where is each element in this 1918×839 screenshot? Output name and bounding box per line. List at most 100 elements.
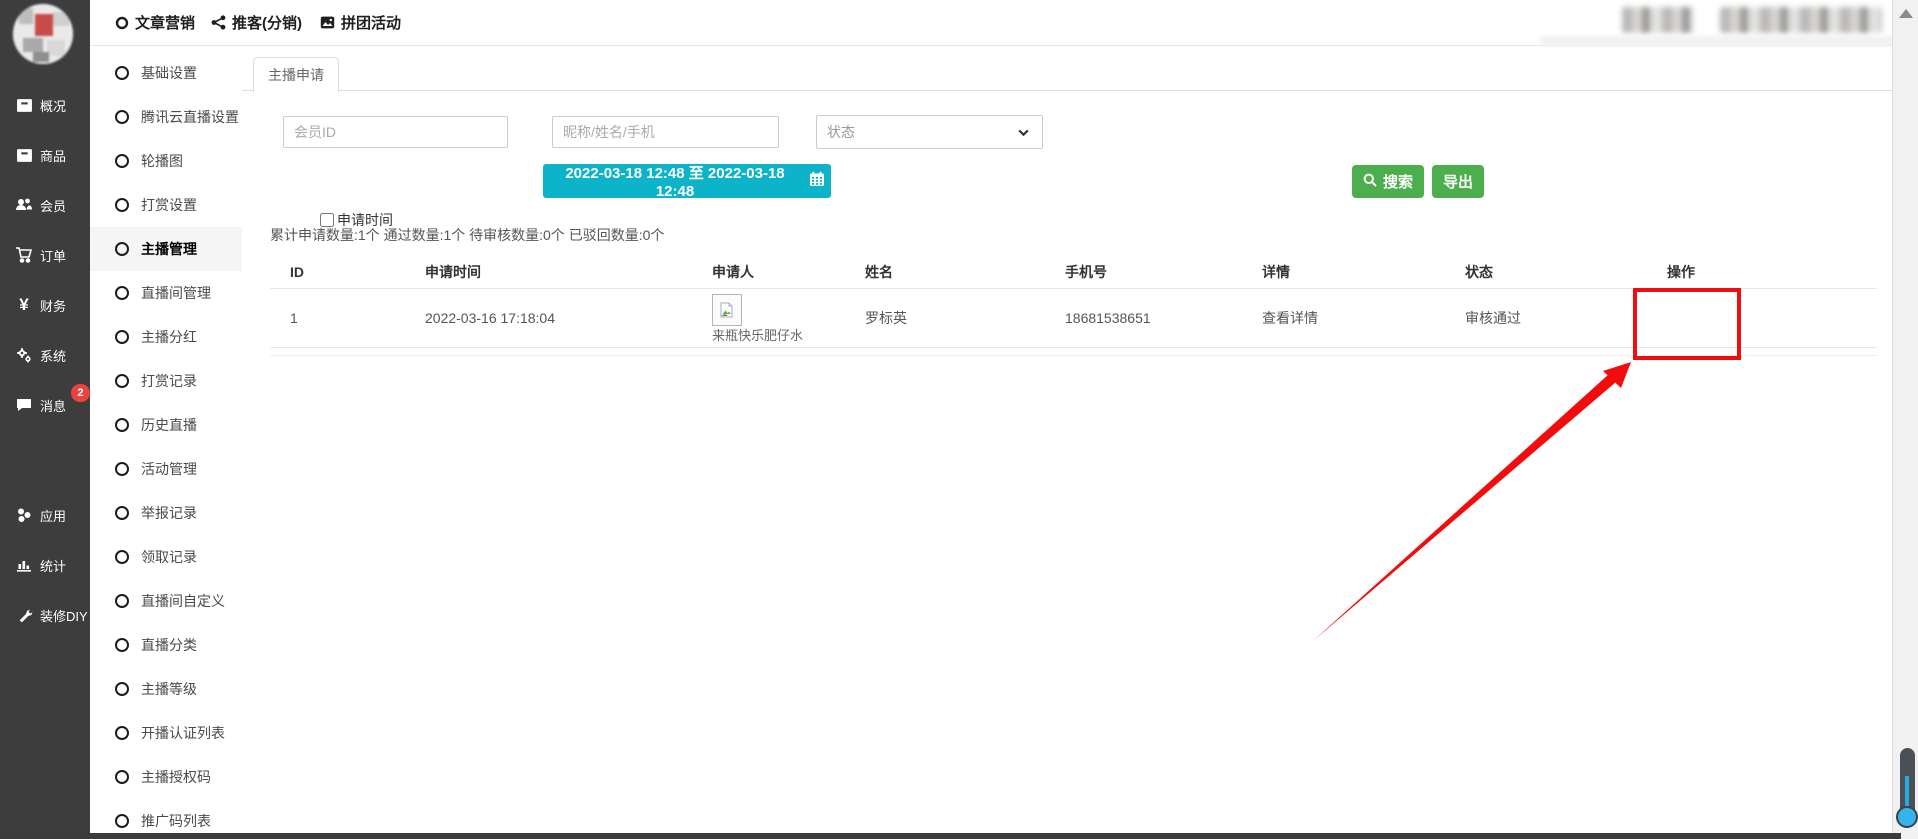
overview-box-icon: [15, 96, 33, 114]
submenu-item-claim-records[interactable]: 领取记录: [90, 535, 242, 579]
submenu-item-label: 开播认证列表: [141, 723, 225, 743]
submenu-item-reward-records[interactable]: 打赏记录: [90, 359, 242, 403]
nav-item-article-marketing[interactable]: 文章营销: [115, 0, 195, 45]
live-settings-submenu: 基础设置 腾讯云直播设置 轮播图 打赏设置 主播管理 直播间管理 主播分红 打赏…: [90, 46, 242, 833]
status-select[interactable]: 状态: [816, 115, 1043, 149]
nav-item-label: 推客(分销): [232, 12, 302, 33]
submenu-item-activity-management[interactable]: 活动管理: [90, 447, 242, 491]
submenu-item-anchor-levels[interactable]: 主播等级: [90, 667, 242, 711]
sidebar-item-orders[interactable]: 订单: [0, 230, 90, 280]
ring-icon: [115, 198, 129, 212]
sidebar-item-members[interactable]: 会员: [0, 180, 90, 230]
ring-icon: [115, 814, 129, 828]
ring-icon: [115, 726, 129, 740]
submenu-item-label: 腾讯云直播设置: [141, 107, 239, 127]
yen-icon: ¥: [15, 296, 33, 314]
vertical-scrollbar[interactable]: [1892, 0, 1918, 839]
sidebar-item-label: 商品: [40, 146, 66, 165]
sidebar-item-label: 消息: [40, 396, 66, 415]
sidebar-item-label: 概况: [40, 96, 66, 115]
sidebar-item-messages[interactable]: 2 消息: [0, 380, 90, 430]
cell-apply-time: 2022-03-16 17:18:04: [405, 289, 692, 348]
sidebar-item-stats[interactable]: 统计: [0, 540, 90, 590]
submenu-item-label: 打赏记录: [141, 371, 197, 391]
ring-icon: [115, 594, 129, 608]
submenu-item-basic-settings[interactable]: 基础设置: [90, 51, 242, 95]
main-sidebar: 概况 商品 会员 订单 ¥ 财务 系统: [0, 0, 90, 839]
cell-detail-link[interactable]: 查看详情: [1242, 289, 1445, 348]
export-button[interactable]: 导出: [1432, 165, 1484, 198]
sidebar-item-apps[interactable]: 应用: [0, 490, 90, 540]
sidebar-item-diy[interactable]: 装修DIY: [0, 590, 90, 640]
cell-name: 罗标英: [845, 289, 1045, 348]
cell-applicant: 来瓶快乐肥仔水: [692, 289, 845, 348]
submenu-item-live-categories[interactable]: 直播分类: [90, 623, 242, 667]
sidebar-item-label: 应用: [40, 506, 66, 525]
cell-status: 审核通过: [1445, 289, 1647, 348]
col-header-detail: 详情: [1242, 255, 1445, 289]
sidebar-item-system[interactable]: 系统: [0, 330, 90, 380]
submenu-item-label: 活动管理: [141, 459, 197, 479]
col-header-action: 操作: [1647, 255, 1877, 289]
col-header-name: 姓名: [845, 255, 1045, 289]
tab-anchor-application[interactable]: 主播申请: [253, 57, 339, 93]
submenu-item-label: 基础设置: [141, 63, 197, 83]
annotation-highlight-box: [1633, 288, 1741, 360]
ring-icon: [115, 506, 129, 520]
ring-icon: [115, 462, 129, 476]
submenu-item-label: 推广码列表: [141, 811, 211, 831]
calendar-icon: [809, 171, 825, 191]
circle-icon: [115, 16, 129, 30]
nav-item-label: 文章营销: [135, 12, 195, 33]
broken-image-icon: [712, 294, 742, 326]
user-info-blurred[interactable]: [1720, 7, 1882, 33]
submenu-item-live-room-management[interactable]: 直播间管理: [90, 271, 242, 315]
col-header-apply-time: 申请时间: [405, 255, 692, 289]
table-header-row: ID 申请时间 申请人 姓名 手机号 详情 状态 操作: [270, 255, 1877, 289]
applicant-nickname[interactable]: 来瓶快乐肥仔水: [712, 328, 803, 343]
date-range-value: 2022-03-18 12:48 至 2022-03-18 12:48: [549, 162, 801, 200]
submenu-item-anchor-auth-code[interactable]: 主播授权码: [90, 755, 242, 799]
submenu-item-label: 历史直播: [141, 415, 197, 435]
submenu-item-label: 轮播图: [141, 151, 183, 171]
member-id-input[interactable]: [283, 116, 508, 148]
submenu-item-tencent-live[interactable]: 腾讯云直播设置: [90, 95, 242, 139]
application-summary: 累计申请数量:1个 通过数量:1个 待审核数量:0个 已驳回数量:0个: [270, 225, 664, 245]
scroll-up-arrow-icon[interactable]: [1899, 9, 1913, 18]
user-avatar-blurred[interactable]: [1622, 7, 1694, 33]
submenu-item-reward-settings[interactable]: 打赏设置: [90, 183, 242, 227]
submenu-item-carousel[interactable]: 轮播图: [90, 139, 242, 183]
scroll-progress-knob[interactable]: [1896, 806, 1918, 828]
submenu-item-anchor-dividend[interactable]: 主播分红: [90, 315, 242, 359]
site-logo-avatar[interactable]: [13, 4, 73, 64]
submenu-item-live-history[interactable]: 历史直播: [90, 403, 242, 447]
user-info-substrip: [1540, 36, 1900, 46]
col-header-status: 状态: [1445, 255, 1647, 289]
submenu-item-label: 主播授权码: [141, 767, 211, 787]
ring-icon: [115, 242, 129, 256]
tabbar-divider: [242, 90, 1893, 91]
ring-icon: [115, 110, 129, 124]
submenu-item-label: 举报记录: [141, 503, 197, 523]
nav-item-group-buy[interactable]: 拼团活动: [320, 0, 401, 45]
submenu-item-broadcast-cert-list[interactable]: 开播认证列表: [90, 711, 242, 755]
col-header-phone: 手机号: [1045, 255, 1242, 289]
sidebar-item-overview[interactable]: 概况: [0, 80, 90, 130]
scroll-progress-widget[interactable]: [1900, 748, 1915, 822]
cell-phone: 18681538651: [1045, 289, 1242, 348]
search-button[interactable]: 搜索: [1352, 165, 1424, 198]
ring-icon: [115, 770, 129, 784]
date-range-button[interactable]: 2022-03-18 12:48 至 2022-03-18 12:48: [543, 164, 831, 198]
nav-item-distribution[interactable]: 推客(分销): [211, 0, 302, 45]
ring-icon: [115, 638, 129, 652]
sidebar-item-finance[interactable]: ¥ 财务: [0, 280, 90, 330]
image-icon: [320, 15, 335, 30]
ring-icon: [115, 154, 129, 168]
submenu-item-anchor-management[interactable]: 主播管理: [90, 227, 242, 271]
submenu-item-report-records[interactable]: 举报记录: [90, 491, 242, 535]
nickname-input[interactable]: [552, 116, 779, 148]
submenu-item-live-room-custom[interactable]: 直播间自定义: [90, 579, 242, 623]
ring-icon: [115, 286, 129, 300]
sidebar-item-products[interactable]: 商品: [0, 130, 90, 180]
submenu-item-label: 直播分类: [141, 635, 197, 655]
